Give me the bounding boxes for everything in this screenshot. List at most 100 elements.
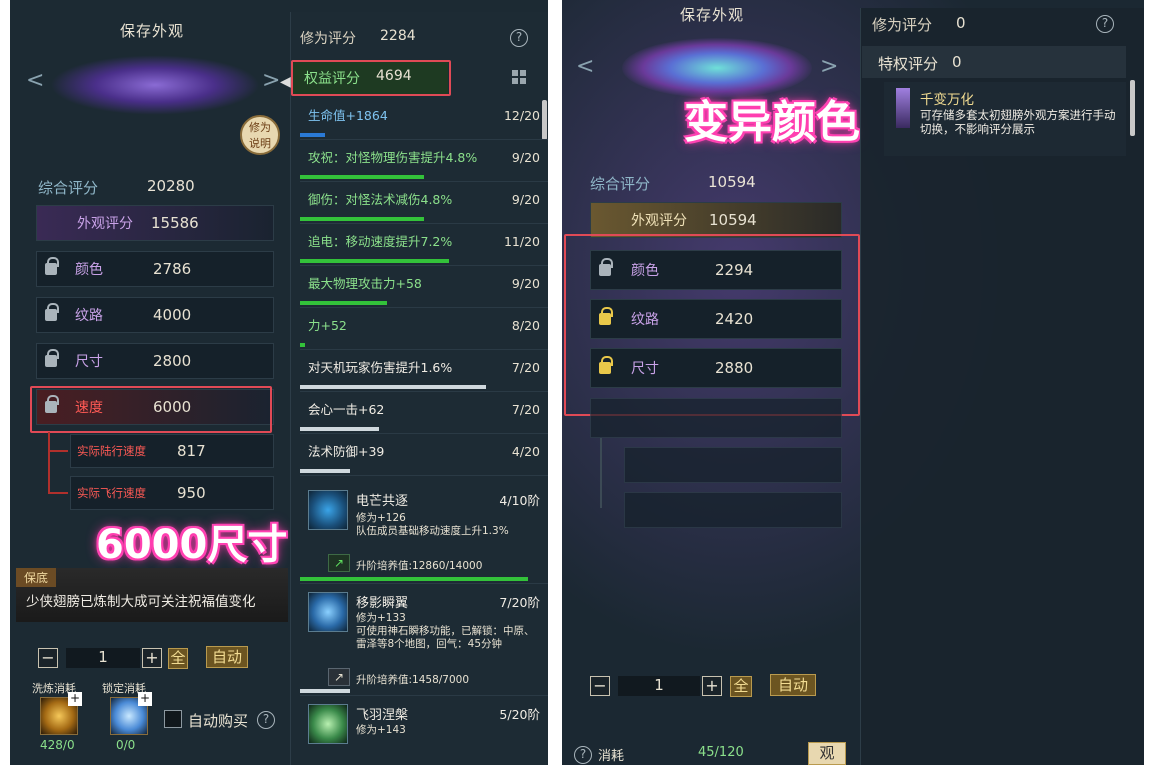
save-appearance-title[interactable]: 保存外观 — [680, 4, 744, 25]
total-score-value: 20280 — [147, 177, 195, 195]
overlay-caption: 变异颜色 — [684, 97, 860, 148]
appearance-score-row: 外观评分 15586 — [36, 205, 274, 241]
cost-label: 消耗 — [598, 749, 625, 764]
stat-progress-bar — [300, 385, 486, 389]
appearance-score-value: 10594 — [709, 211, 757, 229]
skill-progress-bar — [300, 577, 529, 581]
speed-child-value: 950 — [177, 484, 206, 502]
highlight-box-attrs — [564, 234, 860, 416]
stat-progress-bar — [300, 175, 424, 179]
help-badge[interactable]: 修为 说明 — [240, 115, 280, 155]
skill-card[interactable]: 移影瞬翼 7/20阶 修为+133 可使用神石瞬移功能，已解锁：中原、雷泽等8个… — [300, 586, 548, 696]
all-button[interactable]: 全 — [730, 676, 752, 697]
stat-text: 力+52 — [308, 318, 347, 333]
add-icon[interactable]: + — [68, 692, 82, 706]
attr-label: 尺寸 — [75, 354, 103, 370]
stat-text: 会心一击+62 — [308, 402, 385, 417]
scrollbar[interactable] — [1130, 80, 1135, 136]
stat-row: 攻祝：对怪物理伤害提升4.8% 9/20 — [300, 140, 548, 182]
skill-teleport-icon — [308, 592, 348, 632]
privilege-score-label: 特权评分 — [878, 55, 939, 73]
auto-button[interactable]: 自动 — [206, 646, 248, 668]
stat-progress-bar — [300, 133, 325, 137]
skill-level: 5/20阶 — [499, 707, 540, 722]
child-row-empty — [624, 492, 842, 528]
plus-button[interactable]: + — [702, 676, 722, 696]
stat-row: 生命值+1864 12/20 — [300, 98, 548, 140]
next-arrow-icon[interactable]: > — [820, 54, 838, 79]
tooltip-text: 可存储多套太初翅膀外观方案进行手动切换，不影响评分展示 — [920, 108, 1116, 136]
skill-name: 移影瞬翼 — [356, 596, 409, 611]
upgrade-arrow-icon[interactable]: ↗ — [328, 668, 350, 686]
stat-count: 9/20 — [511, 192, 540, 207]
stat-text: 追电：移动速度提升7.2% — [308, 234, 453, 249]
overlay-caption: 6000尺寸 — [96, 522, 288, 568]
notice-text: 少侠翅膀已炼制大成可关注祝福值变化 — [26, 594, 256, 610]
add-icon[interactable]: + — [138, 692, 152, 706]
tree-connector — [48, 450, 68, 452]
wash-cost-count: 428/0 — [40, 738, 75, 752]
stat-count: 11/20 — [503, 234, 540, 249]
lock-icon[interactable] — [45, 303, 59, 321]
appearance-score-row: 外观评分 10594 — [590, 202, 842, 238]
auto-buy-checkbox[interactable] — [164, 710, 182, 728]
stat-progress-bar — [300, 469, 350, 473]
attr-label: 颜色 — [75, 262, 103, 278]
attr-value: 2786 — [153, 260, 192, 278]
left-screenshot: 保存外观 < > 修为 说明 综合评分 20280 外观评分 15586 颜色 … — [10, 0, 548, 765]
appearance-score-label: 外观评分 — [631, 213, 687, 229]
lock-icon[interactable] — [45, 349, 59, 367]
wings-preview — [50, 55, 260, 115]
attr-row-empty — [590, 398, 842, 438]
tooltip-card: 千变万化 可存储多套太初翅膀外观方案进行手动切换，不影响评分展示 — [884, 82, 1126, 156]
attr-label: 纹路 — [75, 308, 103, 324]
upgrade-arrow-icon[interactable]: ↗ — [328, 554, 350, 572]
skill-lightning-icon — [308, 490, 348, 530]
all-button[interactable]: 全 — [168, 648, 188, 669]
quantity-input[interactable]: 1 — [66, 648, 140, 668]
speed-child-row: 实际陆行速度 817 — [70, 434, 274, 468]
lock-icon[interactable] — [45, 257, 59, 275]
quantity-input[interactable]: 1 — [618, 676, 700, 696]
cultivation-score-value: 2284 — [380, 28, 416, 44]
child-row-empty — [624, 447, 842, 483]
plus-button[interactable]: + — [142, 648, 162, 668]
stat-progress-bar — [300, 259, 449, 263]
grid-icon[interactable] — [512, 70, 526, 84]
view-button[interactable]: 观 — [808, 742, 846, 765]
highlight-box-speed — [30, 386, 272, 433]
attr-row-pattern[interactable]: 纹路 4000 — [36, 297, 274, 333]
attr-row-color[interactable]: 颜色 2786 — [36, 251, 274, 287]
tree-connector — [48, 432, 50, 492]
help-icon[interactable]: ? — [574, 746, 592, 764]
auto-button[interactable]: 自动 — [770, 674, 816, 696]
tooltip-title: 千变万化 — [920, 92, 974, 108]
help-icon[interactable]: ? — [510, 29, 528, 47]
speed-child-row: 实际飞行速度 950 — [70, 476, 274, 510]
cost-value: 45/120 — [698, 745, 744, 760]
next-arrow-icon[interactable]: > — [262, 68, 280, 93]
stat-progress-bar — [300, 427, 380, 431]
help-icon[interactable]: ? — [1096, 15, 1114, 33]
tree-connector — [600, 438, 602, 508]
skill-name: 飞羽涅槃 — [356, 708, 409, 723]
minus-button[interactable]: − — [38, 648, 58, 668]
skill-name: 电芒共逐 — [356, 494, 409, 509]
stat-count: 9/20 — [511, 150, 540, 165]
attr-value: 2800 — [153, 352, 192, 370]
skill-card[interactable]: 飞羽涅槃 5/20阶 修为+143 — [300, 698, 548, 765]
skill-desc: 修为+126 队伍成员基础移动速度上升1.3% — [356, 512, 509, 537]
help-icon[interactable]: ? — [257, 711, 275, 729]
auto-buy-label[interactable]: 自动购买 — [188, 710, 248, 731]
appearance-score-value: 15586 — [151, 214, 199, 232]
prev-arrow-icon[interactable]: < — [576, 54, 594, 79]
total-score-label: 综合评分 — [590, 175, 651, 193]
save-appearance-title[interactable]: 保存外观 — [120, 20, 184, 41]
prev-arrow-icon[interactable]: < — [26, 68, 44, 93]
attr-row-size[interactable]: 尺寸 2800 — [36, 343, 274, 379]
minus-button[interactable]: − — [590, 676, 610, 696]
skill-card[interactable]: 电芒共逐 4/10阶 修为+126 队伍成员基础移动速度上升1.3% ↗ 升阶培… — [300, 484, 548, 584]
stat-count: 7/20 — [511, 360, 540, 375]
stat-row: 会心一击+62 7/20 — [300, 392, 548, 434]
stat-row: 御伤：对怪法术减伤4.8% 9/20 — [300, 182, 548, 224]
